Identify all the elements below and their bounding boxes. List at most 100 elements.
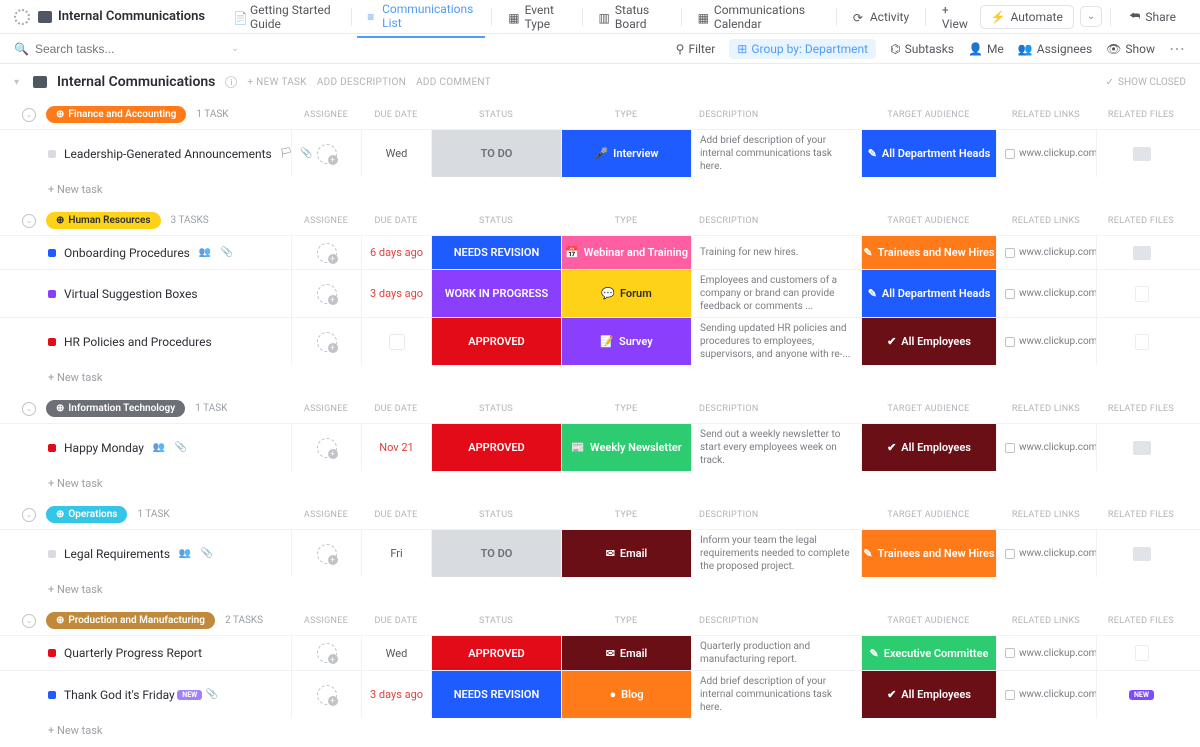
new-task-button[interactable]: + New task [0,577,1200,606]
description-cell[interactable]: Training for new hires. [691,236,861,269]
status-square-icon[interactable] [48,290,56,298]
show-closed-button[interactable]: ✓SHOW CLOSED [1106,77,1186,88]
status-cell[interactable]: TO DO [431,530,561,577]
type-cell[interactable]: 💬Forum [561,270,691,317]
group-collapse-icon[interactable]: ⌄ [22,614,36,628]
status-cell[interactable]: NEEDS REVISION [431,236,561,269]
target-audience-cell[interactable]: ✔All Employees [861,671,996,718]
assignee-cell[interactable] [291,530,361,577]
view-tab-event-type[interactable]: ▦Event Type [498,0,576,37]
type-cell[interactable]: ✉Email [561,636,691,670]
group-collapse-icon[interactable]: ⌄ [22,108,36,122]
group-pill[interactable]: ⊕Information Technology [46,400,185,417]
group-collapse-icon[interactable]: ⌄ [22,508,36,522]
related-links-cell[interactable]: www.clickup.com [996,130,1096,177]
group-pill[interactable]: ⊕Finance and Accounting [46,106,186,123]
group-by-button[interactable]: ⊞Group by: Department [729,39,876,59]
add-view-button[interactable]: + View [932,0,980,37]
task-row[interactable]: Thank God it's FridayNEW📎3 days agoNEEDS… [0,670,1200,718]
task-name-cell[interactable]: Happy Monday👥📎 [48,424,291,471]
due-date-cell[interactable]: Nov 21 [361,424,431,471]
assignee-cell[interactable] [291,671,361,718]
status-square-icon[interactable] [48,338,56,346]
share-button[interactable]: ⮪ Share [1119,5,1186,28]
automate-dropdown[interactable]: ⌄ [1080,6,1102,27]
group-pill[interactable]: ⊕Production and Manufacturing [46,612,215,629]
related-files-cell[interactable] [1096,424,1186,471]
assignee-cell[interactable] [291,318,361,365]
task-name-cell[interactable]: Legal Requirements👥📎 [48,530,291,577]
description-cell[interactable]: Quarterly production and manufacturing r… [691,636,861,670]
target-audience-cell[interactable]: ✎Trainees and New Hires [861,530,996,577]
file-placeholder-icon[interactable] [1135,645,1149,661]
description-cell[interactable]: Employees and customers of a company or … [691,270,861,317]
assignee-cell[interactable] [291,270,361,317]
status-cell[interactable]: APPROVED [431,318,561,365]
status-cell[interactable]: APPROVED [431,424,561,471]
task-name-cell[interactable]: HR Policies and Procedures [48,318,291,365]
related-links-cell[interactable]: www.clickup.com [996,236,1096,269]
group-pill[interactable]: ⊕Operations [46,506,127,523]
target-audience-cell[interactable]: ✔All Employees [861,318,996,365]
task-row[interactable]: Onboarding Procedures👥📎6 days agoNEEDS R… [0,235,1200,269]
task-row[interactable]: Quarterly Progress ReportWedAPPROVED✉Ema… [0,635,1200,670]
new-task-button[interactable]: + NEW TASK [247,77,306,88]
group-collapse-icon[interactable]: ⌄ [22,402,36,416]
status-cell[interactable]: TO DO [431,130,561,177]
target-audience-cell[interactable]: ✎Trainees and New Hires [861,236,996,269]
related-links-cell[interactable]: www.clickup.com [996,671,1096,718]
target-audience-cell[interactable]: ✔All Employees [861,424,996,471]
description-cell[interactable]: Add brief description of your internal c… [691,671,861,718]
view-tab-getting-started-guide[interactable]: 📄Getting Started Guide [223,0,344,37]
filter-button[interactable]: ⚲Filter [676,42,716,56]
more-options-button[interactable]: ⋯ [1169,39,1186,58]
related-files-cell[interactable] [1096,318,1186,365]
view-tab-activity[interactable]: ⟳Activity [843,4,919,30]
related-links-cell[interactable]: www.clickup.com [996,636,1096,670]
new-task-button[interactable]: + New task [0,718,1200,747]
file-thumb[interactable] [1133,246,1151,260]
task-name-cell[interactable]: Virtual Suggestion Boxes [48,270,291,317]
view-tab-communications-list[interactable]: ≡Communications List [357,0,485,38]
assignee-cell[interactable] [291,236,361,269]
task-row[interactable]: Virtual Suggestion Boxes3 days agoWORK I… [0,269,1200,317]
new-task-button[interactable]: + New task [0,177,1200,206]
related-files-cell[interactable] [1096,636,1186,670]
task-name-cell[interactable]: Quarterly Progress Report [48,636,291,670]
subtasks-button[interactable]: ⌬Subtasks [890,42,954,56]
assignees-button[interactable]: 👥Assignees [1018,42,1092,56]
group-collapse-icon[interactable]: ⌄ [22,214,36,228]
due-date-cell[interactable] [361,318,431,365]
view-tab-communications-calendar[interactable]: ▦Communications Calendar [688,0,831,37]
due-date-cell[interactable]: 6 days ago [361,236,431,269]
type-cell[interactable]: 📝Survey [561,318,691,365]
type-cell[interactable]: ●Blog [561,671,691,718]
new-task-button[interactable]: + New task [0,471,1200,500]
file-placeholder-icon[interactable] [1135,286,1149,302]
related-links-cell[interactable]: www.clickup.com [996,530,1096,577]
status-square-icon[interactable] [48,691,56,699]
me-button[interactable]: 👤Me [968,42,1004,56]
add-description-button[interactable]: ADD DESCRIPTION [317,77,406,88]
description-cell[interactable]: Send out a weekly newsletter to start ev… [691,424,861,471]
related-files-cell[interactable] [1096,236,1186,269]
status-square-icon[interactable] [48,150,56,158]
description-cell[interactable]: Sending updated HR policies and procedur… [691,318,861,365]
file-placeholder-icon[interactable] [1135,334,1149,350]
related-files-cell[interactable]: NEW [1096,671,1186,718]
target-audience-cell[interactable]: ✎All Department Heads [861,270,996,317]
file-thumb[interactable] [1133,441,1151,455]
related-files-cell[interactable] [1096,270,1186,317]
status-square-icon[interactable] [48,649,56,657]
collapse-list-icon[interactable]: ▾ [14,77,19,88]
task-name-cell[interactable]: Leadership-Generated Announcements🏳📎 [48,130,291,177]
status-cell[interactable]: APPROVED [431,636,561,670]
automate-button[interactable]: ⚡ Automate [980,5,1074,29]
status-square-icon[interactable] [48,444,56,452]
description-cell[interactable]: Inform your team the legal requirements … [691,530,861,577]
task-row[interactable]: HR Policies and Procedures APPROVED📝Surve… [0,317,1200,365]
view-tab-status-board[interactable]: ▥Status Board [589,0,675,37]
info-icon[interactable]: i [225,76,237,88]
description-cell[interactable]: Add brief description of your internal c… [691,130,861,177]
status-cell[interactable]: NEEDS REVISION [431,671,561,718]
